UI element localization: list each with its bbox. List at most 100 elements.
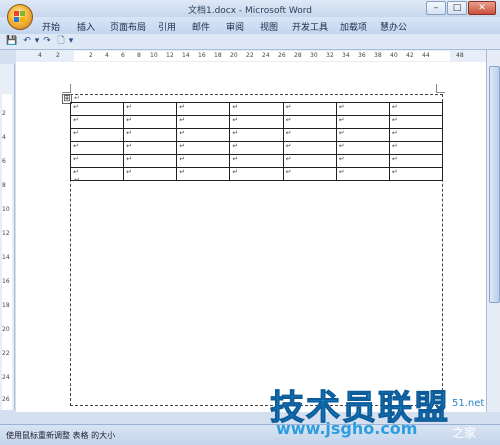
ruler-number: 20 (2, 326, 10, 333)
tab-mailings[interactable]: 邮件 (192, 20, 210, 33)
table-cell[interactable]: ↵ (229, 167, 284, 181)
redo-icon[interactable]: ↷ (42, 36, 52, 46)
table-cell[interactable]: ↵ (229, 115, 284, 129)
tab-view[interactable]: 视图 (260, 20, 278, 33)
table-cell[interactable]: ↵ (123, 141, 178, 155)
table-cell[interactable]: ↵ (229, 154, 284, 168)
table-row: ↵ ↵ ↵ ↵ ↵ ↵ ↵ (69, 154, 444, 168)
vertical-ruler[interactable]: 2 4 6 8 10 12 14 16 18 20 22 24 26 (0, 64, 15, 410)
customize-toolbar-icon[interactable]: ▾ (66, 36, 76, 46)
office-button[interactable] (7, 4, 33, 30)
table-cell[interactable]: ↵ (69, 154, 125, 168)
watermark-url: www.jsgho.com (276, 419, 418, 438)
table-cell[interactable]: ↵ (123, 167, 178, 181)
tab-insert[interactable]: 插入 (77, 20, 95, 33)
table-row: ↵ ↵ ↵ ↵ ↵ ↵ ↵ (69, 115, 444, 129)
table-cell[interactable]: ↵ (388, 102, 444, 116)
ruler-number: 12 (2, 230, 10, 237)
ruler-number: 26 (2, 396, 10, 403)
undo-icon[interactable]: ↶ (22, 36, 32, 46)
table[interactable]: ↵ ↵ ↵ ↵ ↵ ↵ ↵ ↵ ↵ ↵ ↵ ↵ ↵ ↵ ↵ ↵ ↵ ↵ ↵ ↵ ↵ ↵ ↵ ↵ ↵ ↵ ↵ ↵ ↵ ↵ ↵ ↵ ↵ ↵ ↵ ↵ ↵ ↵ ↵ ↵… (69, 102, 444, 181)
maximize-button[interactable]: □ (447, 1, 467, 15)
table-cell[interactable]: ↵ (69, 141, 125, 155)
table-cell[interactable]: ↵ (229, 128, 284, 142)
undo-dropdown-icon[interactable]: ▾ (32, 36, 42, 46)
table-row: ↵ ↵ ↵ ↵ ↵ ↵ ↵ (69, 102, 444, 116)
table-cell[interactable]: ↵ (335, 141, 390, 155)
ruler-number: 14 (2, 254, 10, 261)
table-cell[interactable]: ↵ (335, 167, 390, 181)
ruler-number: 24 (262, 52, 270, 59)
table-cell[interactable]: ↵ (123, 115, 178, 129)
ruler-number: 10 (2, 206, 10, 213)
tab-huibangong[interactable]: 慧办公 (380, 20, 407, 33)
table-cell[interactable]: ↵ (282, 115, 337, 129)
ruler-number: 12 (166, 52, 174, 59)
table-cell[interactable]: ↵ (335, 102, 390, 116)
table-cell[interactable]: ↵ (176, 115, 231, 129)
ribbon-tabs: 开始 插入 页面布局 引用 邮件 审阅 视图 开发工具 加载项 慧办公 (0, 17, 500, 35)
ruler-number: 2 (56, 52, 60, 59)
ruler-number: 4 (2, 134, 6, 141)
table-cell[interactable]: ↵ (388, 167, 444, 181)
ruler-number: 30 (310, 52, 318, 59)
ruler-number: 32 (326, 52, 334, 59)
minimize-button[interactable]: – (426, 1, 446, 15)
tab-page-layout[interactable]: 页面布局 (110, 20, 146, 33)
ruler-number: 24 (2, 374, 10, 381)
tab-review[interactable]: 审阅 (226, 20, 244, 33)
table-cell[interactable]: ↵ (335, 128, 390, 142)
table-row: ↵ ↵ ↵ ↵ ↵ ↵ ↵ (69, 167, 444, 181)
table-cell[interactable]: ↵ (176, 154, 231, 168)
table-row: ↵ ↵ ↵ ↵ ↵ ↵ ↵ (69, 128, 444, 142)
table-cell[interactable]: ↵ (282, 154, 337, 168)
tab-home[interactable]: 开始 (42, 20, 60, 33)
tab-references[interactable]: 引用 (158, 20, 176, 33)
ruler-number: 6 (2, 158, 6, 165)
table-cell[interactable]: ↵ (176, 102, 231, 116)
table-cell[interactable]: ↵ (335, 154, 390, 168)
table-cell[interactable]: ↵ (388, 154, 444, 168)
scrollbar-thumb[interactable] (489, 66, 500, 303)
table-cell[interactable]: ↵ (335, 115, 390, 129)
document-page[interactable]: ⊞ ↵ ↵ ↵ ↵ ↵ ↵ ↵ ↵ ↵ ↵ ↵ ↵ ↵ ↵ ↵ ↵ ↵ ↵ ↵ ↵ ↵ ↵ ↵ ↵ ↵ ↵ ↵ ↵ ↵ ↵ ↵ ↵ ↵ ↵ ↵ ↵ ↵… (16, 62, 486, 412)
table-cell[interactable]: ↵ (176, 167, 231, 181)
table-cell[interactable]: ↵ (388, 141, 444, 155)
table-cell[interactable]: ↵ (388, 115, 444, 129)
table-cell[interactable]: ↵ (282, 128, 337, 142)
ruler-number: 18 (2, 302, 10, 309)
table-cell[interactable]: ↵ (69, 128, 125, 142)
table-cell[interactable]: ↵ (123, 102, 178, 116)
ruler-number: 4 (105, 52, 109, 59)
table-cell[interactable]: ↵ (282, 167, 337, 181)
print-preview-icon[interactable]: 🗋 (56, 36, 66, 46)
vertical-scrollbar[interactable] (486, 50, 500, 412)
table-cell[interactable]: ↵ (69, 102, 125, 116)
table-cell[interactable]: ↵ (176, 141, 231, 155)
tab-developer[interactable]: 开发工具 (292, 20, 328, 33)
table-cell[interactable]: ↵ (282, 141, 337, 155)
table-cell[interactable]: ↵ (176, 128, 231, 142)
ruler-number: 2 (89, 52, 93, 59)
ruler-number: 34 (342, 52, 350, 59)
quick-access-toolbar: 💾 ↶ ▾ ↷ 🗋 ▾ (0, 34, 500, 50)
office-logo-icon (14, 11, 26, 23)
table-cell[interactable]: ↵ (229, 102, 284, 116)
ruler-number: 6 (121, 52, 125, 59)
table-cell[interactable]: ↵ (229, 141, 284, 155)
table-cell[interactable]: ↵ (388, 128, 444, 142)
status-text: 使用鼠标重新调整 表格 的大小 (6, 431, 116, 440)
paragraph-mark: ↵ (74, 176, 80, 184)
table-cell[interactable]: ↵ (123, 128, 178, 142)
ruler-number: 28 (294, 52, 302, 59)
document-area[interactable]: ⊞ ↵ ↵ ↵ ↵ ↵ ↵ ↵ ↵ ↵ ↵ ↵ ↵ ↵ ↵ ↵ ↵ ↵ ↵ ↵ ↵ ↵ ↵ ↵ ↵ ↵ ↵ ↵ ↵ ↵ ↵ ↵ ↵ ↵ ↵ ↵ ↵ ↵… (16, 62, 486, 412)
tab-add-ins[interactable]: 加载项 (340, 20, 367, 33)
table-cell[interactable]: ↵ (69, 115, 125, 129)
ruler-number: 18 (214, 52, 222, 59)
table-cell[interactable]: ↵ (123, 154, 178, 168)
save-icon[interactable]: 💾 (6, 36, 17, 46)
table-cell[interactable]: ↵ (282, 102, 337, 116)
ruler-number: 8 (137, 52, 141, 59)
close-button[interactable]: ✕ (468, 1, 496, 15)
ruler-number: 38 (374, 52, 382, 59)
